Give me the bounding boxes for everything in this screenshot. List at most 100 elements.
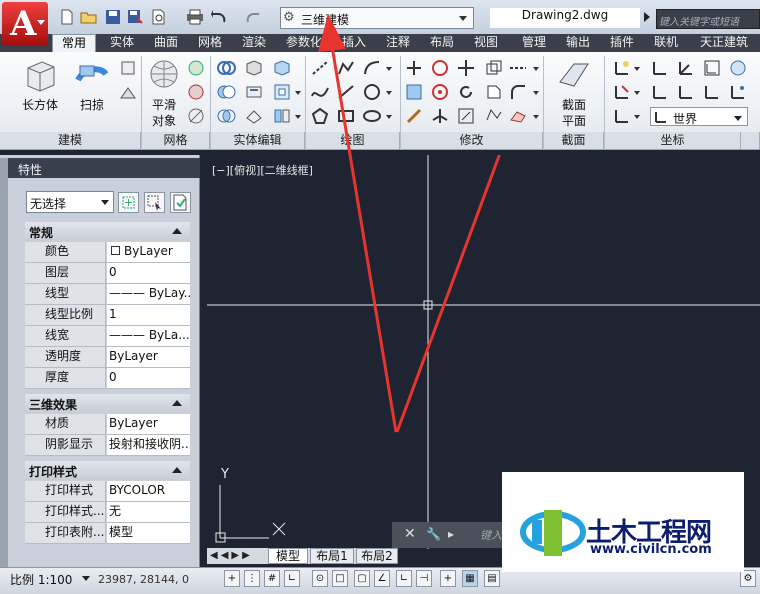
new-file-icon[interactable] (58, 9, 76, 25)
application-menu-button[interactable]: A (2, 2, 48, 46)
property-value[interactable]: 0 (107, 368, 190, 388)
command-prompt-icon[interactable]: ▸ (448, 527, 454, 541)
polar-tracking-icon[interactable]: ⊙ (312, 570, 328, 587)
section-general[interactable]: 常规 (25, 222, 190, 241)
sweep-label[interactable]: 扫掠 (70, 96, 114, 113)
property-value[interactable]: ByLayer (107, 414, 190, 434)
ucs-named-icon[interactable] (612, 106, 632, 126)
rectangle-icon[interactable] (336, 106, 356, 126)
property-row-shadow-display[interactable]: 阴影显示 投射和接收阴... (25, 435, 190, 456)
property-row-plot-table-attached[interactable]: 打印表附... 模型 (25, 523, 190, 544)
toggle-pickadd-icon[interactable] (118, 192, 139, 213)
ucs-z-icon[interactable] (702, 82, 722, 102)
tab-mesh[interactable]: 网格 (190, 34, 230, 52)
mesh-smooth-more-icon[interactable] (186, 58, 206, 78)
layout-nav-arrows-icon[interactable]: ◀◀▶▶ (210, 550, 253, 561)
object-snap-icon[interactable]: □ (332, 570, 348, 587)
mesh-panel-title[interactable]: 网格 (142, 132, 210, 149)
section-panel-title[interactable]: 截面 (544, 132, 604, 149)
tab-layout2[interactable]: 布局2 (356, 548, 398, 564)
section-label-2[interactable]: 平面 (550, 112, 598, 129)
3d-mirror-icon[interactable] (430, 106, 450, 126)
extrude-icon[interactable] (118, 58, 138, 78)
save-icon[interactable] (104, 9, 122, 25)
property-row-lineweight[interactable]: 线宽 ——— ByLa... (25, 326, 190, 347)
tab-manage[interactable]: 管理 (514, 34, 554, 52)
property-row-linetype-scale[interactable]: 线型比例 1 (25, 305, 190, 326)
select-objects-icon[interactable] (144, 192, 165, 213)
solid-edit-dropdown[interactable] (294, 82, 301, 102)
align-icon[interactable] (404, 82, 424, 102)
tab-insert[interactable]: 插入 (334, 34, 374, 52)
erase-icon[interactable] (508, 106, 528, 126)
imprint-icon[interactable] (244, 82, 264, 102)
solid-box-edit-icon[interactable] (272, 58, 292, 78)
ucs-x-icon[interactable] (650, 82, 670, 102)
property-value[interactable]: ——— ByLa... (107, 326, 190, 346)
tab-model[interactable]: 模型 (268, 548, 308, 564)
workspace-switcher[interactable]: ⚙ 三维建模 (280, 7, 474, 29)
property-value[interactable]: 无 (107, 502, 190, 522)
coordinates-panel-title[interactable]: 坐标 (605, 132, 741, 149)
arc-icon[interactable] (362, 58, 382, 78)
ucs-origin-dropdown[interactable] (633, 82, 640, 102)
mirror-icon[interactable] (404, 106, 424, 126)
modify-dropdown[interactable] (532, 58, 539, 78)
shell-icon[interactable] (272, 82, 292, 102)
coordinate-display[interactable]: 23987, 28144, 0 (98, 573, 189, 586)
ucs-y-icon[interactable] (676, 82, 696, 102)
property-row-transparency[interactable]: 透明度 ByLayer (25, 347, 190, 368)
modeling-panel-title[interactable]: 建模 (0, 132, 141, 149)
open-file-icon[interactable] (80, 9, 98, 25)
sweep-icon[interactable] (74, 58, 110, 94)
smooth-label-2[interactable]: 对象 (144, 112, 184, 129)
tab-home[interactable]: 常用 (52, 34, 96, 52)
draw-panel-title[interactable]: 绘图 (306, 132, 400, 149)
palette-title-bar[interactable]: 特性 (8, 158, 200, 178)
ucs-world-combo[interactable]: 世界 (650, 107, 748, 126)
section-label-1[interactable]: 截面 (550, 96, 598, 113)
ortho-mode-icon[interactable]: ∟ (284, 570, 300, 587)
infer-constraints-icon[interactable]: + (224, 570, 240, 587)
tab-online[interactable]: 联机 (646, 34, 686, 52)
section-plane-icon[interactable] (556, 58, 592, 92)
chevron-down-icon[interactable] (82, 576, 90, 581)
search-expand-icon[interactable] (644, 12, 650, 22)
tab-view[interactable]: 视图 (466, 34, 506, 52)
tab-surface[interactable]: 曲面 (146, 34, 186, 52)
property-value[interactable]: ——— ByLay... (107, 284, 190, 304)
move-icon[interactable] (456, 58, 476, 78)
property-value[interactable]: ByLayer (107, 242, 190, 262)
fillet-icon[interactable] (508, 82, 528, 102)
dynamic-ucs-icon[interactable]: ∟ (396, 570, 412, 587)
copy-icon[interactable] (484, 58, 504, 78)
ellipse-icon[interactable] (362, 106, 382, 126)
plot-preview-icon[interactable] (150, 9, 168, 25)
save-as-icon[interactable] (126, 9, 144, 25)
subtract-icon[interactable] (216, 82, 236, 102)
polyline-icon[interactable] (336, 58, 356, 78)
ucs-3point-icon[interactable] (728, 82, 748, 102)
smooth-object-icon[interactable] (148, 58, 180, 90)
quick-properties-icon[interactable]: ▤ (484, 570, 500, 587)
ucs-named-dropdown[interactable] (633, 106, 640, 126)
transparency-icon[interactable]: ▦ (462, 570, 478, 587)
mesh-refine-icon[interactable] (186, 106, 206, 126)
tab-layout1[interactable]: 布局1 (310, 548, 354, 564)
ucs-view-icon[interactable] (728, 58, 748, 78)
command-input[interactable]: 键入 (480, 527, 502, 543)
redo-icon[interactable] (244, 9, 262, 25)
tab-layout[interactable]: 布局 (422, 34, 462, 52)
solid-edit-panel-title[interactable]: 实体编辑 (211, 132, 305, 149)
property-row-plot-style[interactable]: 打印样式 BYCOLOR (25, 481, 190, 502)
erase-dropdown[interactable] (532, 106, 539, 126)
mesh-smooth-less-icon[interactable] (186, 82, 206, 102)
tab-annotate[interactable]: 注释 (378, 34, 418, 52)
trim-icon[interactable] (484, 82, 504, 102)
solid-edit-dropdown-2[interactable] (294, 106, 301, 126)
property-row-layer[interactable]: 图层 0 (25, 263, 190, 284)
box-label[interactable]: 长方体 (14, 96, 66, 113)
offset-icon[interactable] (484, 106, 504, 126)
union-icon[interactable] (216, 58, 236, 78)
tab-solid[interactable]: 实体 (102, 34, 142, 52)
